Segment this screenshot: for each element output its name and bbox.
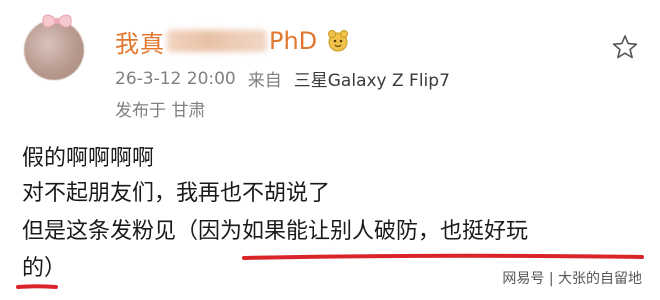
red-underline-annotation <box>242 253 644 260</box>
watermark: 网易号 | 大张的自留地 <box>502 271 642 287</box>
post-timestamp: 26-3-12 20:00 <box>115 68 236 89</box>
post-location: 发布于 甘肃 <box>115 101 206 121</box>
post-text-line-2: 对不起朋友们，我再也不胡说了 <box>22 181 331 206</box>
post-meta: 26-3-12 20:00 来自 三星Galaxy Z Flip7 <box>115 66 450 92</box>
bow-decoration-icon <box>42 14 72 28</box>
device-link[interactable]: 三星Galaxy Z Flip7 <box>294 66 450 91</box>
username-start[interactable]: 我真 <box>115 24 165 59</box>
post-text-line-4: 的） <box>22 256 67 281</box>
user-badge-icon <box>328 30 349 52</box>
username-end[interactable]: PhD <box>269 27 317 55</box>
red-underline-annotation-short <box>16 284 58 289</box>
username-redacted <box>167 30 267 52</box>
post-text-line-1: 假的啊啊啊啊 <box>22 146 155 171</box>
post-text-line-3: 但是这条发粉见（因为如果能让别人破防，也挺好玩 <box>22 219 529 244</box>
favorite-star-icon[interactable] <box>612 34 638 60</box>
avatar-container[interactable] <box>18 14 88 86</box>
username-row[interactable]: 我真 PhD <box>115 24 351 58</box>
source-label: 来自 <box>247 71 282 91</box>
